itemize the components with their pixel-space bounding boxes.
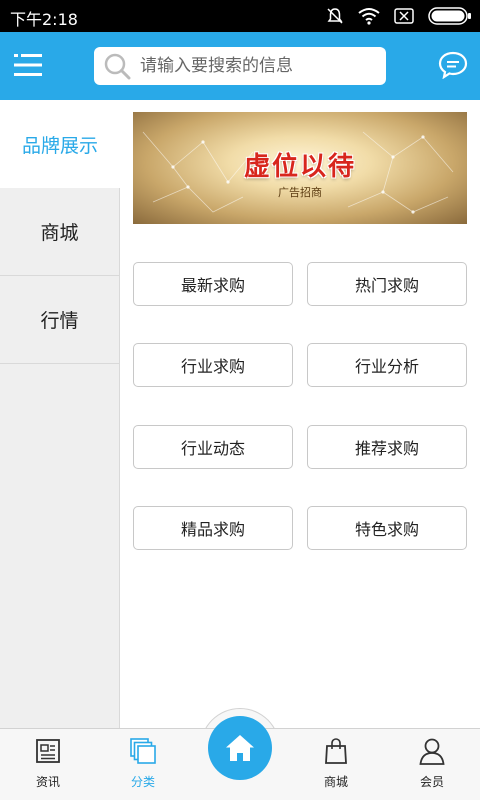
banner-title: 虚位以待	[243, 152, 356, 182]
user-icon	[419, 738, 445, 765]
category-button-label: 行业求购	[180, 357, 245, 376]
search-input[interactable]	[140, 56, 370, 76]
top-header	[0, 32, 480, 100]
sidebar-item-brand[interactable]: 品牌展示	[0, 100, 120, 188]
sidebar-item-label: 商城	[40, 222, 79, 244]
category-button-label: 精品求购	[180, 520, 245, 539]
category-button-label: 最新求购	[180, 276, 245, 295]
sim-off-icon	[394, 8, 414, 24]
category-button-hot-purchase[interactable]: 热门求购	[307, 262, 467, 306]
status-time: 下午2:18	[10, 10, 78, 29]
tab-mall[interactable]: 商城	[300, 737, 372, 795]
category-button-label: 行业分析	[354, 357, 419, 376]
sidebar-item-market[interactable]: 行情	[0, 276, 119, 364]
ad-banner[interactable]: 虚位以待 广告招商	[133, 112, 467, 224]
menu-button[interactable]	[14, 52, 42, 78]
tab-member[interactable]: 会员	[396, 737, 468, 795]
wifi-icon	[358, 8, 380, 25]
category-button-industry-purchase[interactable]: 行业求购	[133, 343, 293, 387]
tab-label: 资讯	[35, 775, 60, 789]
bell-off-icon	[327, 8, 343, 24]
sidebar-item-label: 行情	[40, 310, 79, 332]
category-sidebar: 品牌展示 商城 行情	[0, 100, 120, 728]
status-icons	[326, 6, 472, 26]
category-button-premium-purchase[interactable]: 精品求购	[133, 506, 293, 550]
banner-subtitle: 广告招商	[278, 186, 322, 199]
tab-category[interactable]: 分类	[107, 737, 179, 795]
sidebar-item-mall[interactable]: 商城	[0, 188, 119, 276]
category-button-recommended-purchase[interactable]: 推荐求购	[307, 425, 467, 469]
search-icon	[104, 53, 131, 80]
category-button-industry-analysis[interactable]: 行业分析	[307, 343, 467, 387]
category-button-label: 热门求购	[354, 276, 419, 295]
tab-label: 商城	[323, 775, 348, 789]
category-button-featured-purchase[interactable]: 特色求购	[307, 506, 467, 550]
category-button-latest-purchase[interactable]: 最新求购	[133, 262, 293, 306]
category-button-industry-news[interactable]: 行业动态	[133, 425, 293, 469]
battery-icon	[428, 7, 471, 25]
category-icon	[130, 738, 156, 764]
tab-news[interactable]: 资讯	[12, 737, 84, 795]
main-content: 虚位以待 广告招商 最新求购 热门求购 行业求购 行业分析 行业动态 推荐求购 …	[121, 100, 480, 728]
home-icon	[226, 735, 254, 761]
shopping-bag-icon	[325, 738, 347, 764]
search-box[interactable]	[94, 47, 386, 85]
menu-icon	[14, 54, 42, 76]
category-button-label: 特色求购	[354, 520, 419, 539]
home-button[interactable]	[208, 716, 272, 780]
message-button[interactable]	[438, 51, 468, 80]
news-icon	[36, 739, 60, 763]
chat-bubble-icon	[438, 51, 468, 80]
category-button-label: 推荐求购	[354, 439, 419, 458]
tab-label: 会员	[419, 775, 444, 789]
tab-label: 分类	[130, 775, 155, 789]
status-bar: 下午2:18	[0, 0, 480, 32]
category-button-label: 行业动态	[180, 439, 245, 458]
sidebar-item-label: 品牌展示	[21, 134, 98, 157]
